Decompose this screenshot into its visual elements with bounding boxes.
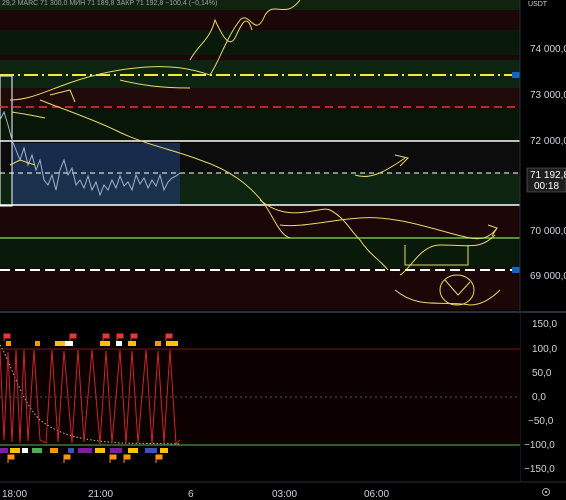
osc-tick: −150,0 bbox=[524, 464, 555, 475]
marker bbox=[166, 341, 178, 346]
marker bbox=[22, 448, 28, 453]
trading-chart[interactable]: 29,2 MARC 71 300,0 MИН 71 189,8 ЗАКР 71 … bbox=[0, 0, 566, 500]
level-tag[interactable] bbox=[512, 72, 520, 78]
oscillator-pane[interactable] bbox=[0, 314, 520, 482]
currency-label: USDT bbox=[528, 1, 548, 8]
osc-tick: 0,0 bbox=[532, 392, 546, 403]
zone-band bbox=[0, 10, 520, 30]
osc-tick: −50,0 bbox=[528, 416, 554, 427]
marker bbox=[6, 341, 11, 346]
marker bbox=[110, 448, 122, 453]
marker bbox=[128, 448, 138, 453]
marker bbox=[78, 448, 92, 453]
marker bbox=[116, 341, 122, 346]
zone-band bbox=[0, 205, 520, 240]
time-tick: 21:00 bbox=[88, 489, 113, 500]
marker bbox=[32, 448, 42, 453]
osc-tick: 100,0 bbox=[532, 344, 557, 355]
price-tick: 69 000,0 bbox=[530, 271, 566, 282]
time-tick: 6 bbox=[188, 489, 194, 500]
marker bbox=[65, 341, 73, 346]
last-price-label: 71 192,8 bbox=[530, 170, 566, 181]
marker bbox=[100, 341, 110, 346]
marker bbox=[35, 341, 40, 346]
time-tick: 18:00 bbox=[2, 489, 27, 500]
time-axis[interactable]: 18:00 21:00 6 03:00 06:00 bbox=[0, 481, 566, 500]
osc-tick: 150,0 bbox=[532, 319, 557, 330]
time-tick: 03:00 bbox=[272, 489, 297, 500]
ohlc-readout: 29,2 MARC 71 300,0 MИН 71 189,8 ЗАКР 71 … bbox=[2, 0, 217, 7]
marker bbox=[145, 448, 157, 453]
marker bbox=[95, 448, 105, 453]
price-tick: 70 000,0 bbox=[530, 226, 566, 237]
oscillator-axis[interactable]: 150,0 100,0 50,0 0,0 −50,0 −100,0 −150,0 bbox=[524, 319, 557, 475]
price-tick: 74 000,0 bbox=[530, 44, 566, 55]
marker bbox=[10, 448, 20, 453]
osc-tick: 50,0 bbox=[532, 368, 552, 379]
time-tick: 06:00 bbox=[364, 489, 389, 500]
zone-band bbox=[0, 30, 520, 55]
marker bbox=[50, 448, 58, 453]
price-tick: 72 000,0 bbox=[530, 136, 566, 147]
marker bbox=[68, 448, 74, 453]
countdown-label: 00:18 bbox=[534, 181, 559, 192]
price-tick: 73 000,0 bbox=[530, 90, 566, 101]
range-zone[interactable] bbox=[12, 143, 180, 205]
marker bbox=[0, 448, 8, 453]
marker bbox=[155, 341, 161, 346]
level-tag[interactable] bbox=[512, 267, 520, 273]
marker bbox=[160, 448, 168, 453]
osc-tick: −100,0 bbox=[524, 440, 555, 451]
price-pane[interactable]: 29,2 MARC 71 300,0 MИН 71 189,8 ЗАКР 71 … bbox=[0, 0, 520, 310]
marker bbox=[55, 341, 65, 346]
marker bbox=[128, 341, 136, 346]
zone-band bbox=[0, 240, 520, 268]
